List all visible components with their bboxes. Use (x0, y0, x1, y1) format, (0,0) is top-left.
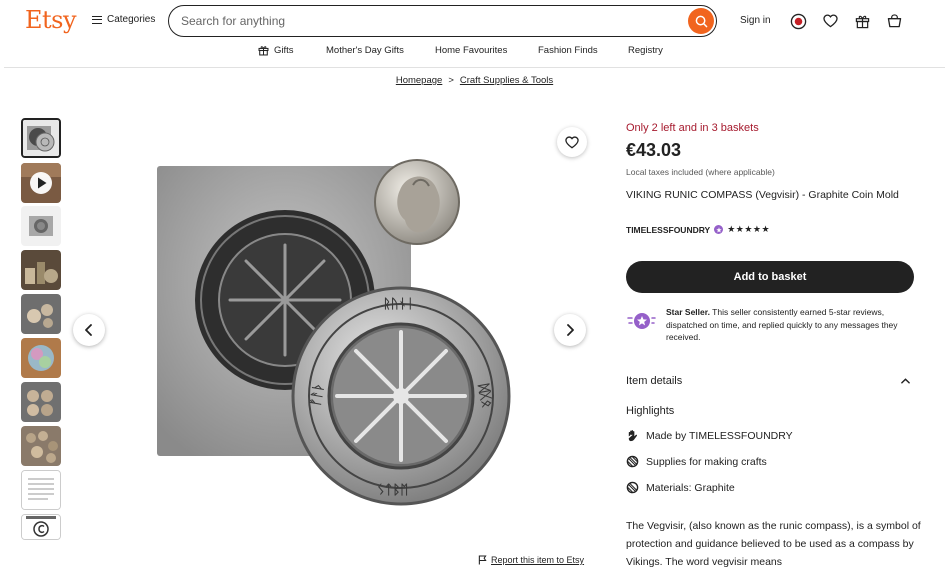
heart-icon (822, 14, 838, 28)
etsy-logo[interactable]: Etsy (25, 6, 77, 34)
chevron-left-icon (85, 324, 92, 336)
thumbnail-image (23, 120, 59, 156)
thumbnail-image (21, 206, 61, 246)
thumbnail-1[interactable] (21, 118, 61, 158)
category-nav: Gifts Mother's Day Gifts Home Favourites… (0, 45, 949, 59)
thumbnail-3[interactable] (21, 206, 61, 246)
made-by-shop-link[interactable]: TIMELESSFOUNDRY (689, 430, 793, 442)
categories-label: Categories (107, 14, 156, 25)
product-price: €43.03 (626, 140, 682, 160)
shop-name-link[interactable]: TIMELESSFOUNDRY (626, 225, 710, 235)
made-by-prefix: Made by (646, 429, 689, 442)
thumbnail-10[interactable] (21, 514, 61, 540)
thumbnail-image (22, 515, 60, 539)
nav-item-registry[interactable]: Registry (628, 45, 663, 56)
materials-icon (626, 481, 639, 494)
header-divider (4, 67, 945, 68)
thumbnail-image (21, 163, 61, 203)
nav-item-gifts[interactable]: Gifts (258, 45, 294, 56)
highlight-materials: Materials: Graphite (626, 481, 735, 494)
report-item-link[interactable]: Report this item to Etsy (478, 555, 584, 565)
hand-icon (626, 429, 639, 442)
highlight-supplies: Supplies for making crafts (626, 455, 767, 468)
nav-item-label: Gifts (274, 45, 294, 56)
gift-icon (258, 46, 269, 56)
gift-icon (855, 15, 869, 28)
basket-icon (887, 14, 901, 28)
thumbnail-4[interactable] (21, 250, 61, 290)
yarn-icon (626, 455, 639, 468)
report-label: Report this item to Etsy (491, 555, 585, 565)
thumbnail-8[interactable] (21, 426, 61, 466)
gift-mode-button[interactable] (853, 12, 871, 30)
item-details-label: Item details (626, 375, 683, 387)
hamburger-menu-icon (92, 15, 102, 24)
thumbnail-image (21, 250, 61, 290)
etsy-insider-button[interactable] (789, 12, 807, 30)
thumbnail-image (22, 471, 60, 509)
thumbnail-6[interactable] (21, 338, 61, 378)
item-details-toggle[interactable]: Item details (626, 375, 914, 387)
rating-stars[interactable]: ★★★★★ (727, 224, 770, 235)
star-seller-badge-icon (714, 225, 724, 234)
product-description: The Vegvisir, (also known as the runic c… (626, 520, 921, 567)
basket-button[interactable] (885, 12, 903, 30)
thumbnail-7[interactable] (21, 382, 61, 422)
breadcrumb-homepage[interactable]: Homepage (396, 75, 442, 86)
star-seller-icon (626, 310, 656, 332)
tax-note: Local taxes included (where applicable) (626, 167, 775, 177)
next-image-button[interactable] (554, 314, 586, 346)
rewards-icon (790, 13, 806, 29)
star-seller-description: Star Seller. This seller consistently ea… (666, 306, 916, 344)
breadcrumb-craft-supplies[interactable]: Craft Supplies & Tools (460, 75, 553, 86)
shop-info: TIMELESSFOUNDRY ★★★★★ (626, 224, 770, 235)
breadcrumb-separator: > (448, 75, 454, 86)
search-icon (695, 15, 707, 27)
favorite-item-button[interactable] (557, 127, 587, 157)
thumbnail-image (21, 426, 61, 466)
flag-icon (478, 555, 487, 565)
made-by-text: Made by TIMELESSFOUNDRY (646, 430, 793, 442)
chevron-up-icon (901, 378, 910, 384)
search-input[interactable] (181, 12, 681, 30)
nav-item-mothers-day[interactable]: Mother's Day Gifts (326, 45, 404, 56)
thumbnail-image (21, 338, 61, 378)
svg-text:ᚱᚢᚾᛁ: ᚱᚢᚾᛁ (383, 297, 414, 312)
thumbnail-5[interactable] (21, 294, 61, 334)
supplies-text: Supplies for making crafts (646, 455, 767, 468)
favorites-button[interactable] (821, 12, 839, 30)
product-image: ᚱᚢᚾᛁ ᚠᚨᚦ ᛞᚷᛟ ᛊᛏᛒᛖ (157, 159, 511, 506)
categories-button[interactable]: Categories (92, 14, 155, 25)
svg-text:ᛊᛏᛒᛖ: ᛊᛏᛒᛖ (377, 483, 408, 498)
breadcrumb: Homepage > Craft Supplies & Tools (0, 75, 949, 86)
materials-text: Materials: Graphite (646, 481, 735, 494)
nav-item-home-favourites[interactable]: Home Favourites (435, 45, 507, 56)
product-main-image[interactable]: ᚱᚢᚾᛁ ᚠᚨᚦ ᛞᚷᛟ ᛊᛏᛒᛖ (125, 150, 525, 520)
heart-icon (565, 135, 579, 148)
chevron-right-icon (567, 324, 574, 336)
stock-notice: Only 2 left and in 3 baskets (626, 122, 759, 134)
product-title: VIKING RUNIC COMPASS (Vegvisir) - Graphi… (626, 189, 899, 201)
highlights-heading: Highlights (626, 405, 675, 417)
search-bar (168, 5, 717, 37)
thumbnail-9[interactable] (21, 470, 61, 510)
highlight-made-by: Made by TIMELESSFOUNDRY (626, 429, 793, 442)
nav-item-fashion-finds[interactable]: Fashion Finds (538, 45, 598, 56)
add-to-basket-button[interactable]: Add to basket (626, 261, 914, 293)
search-button[interactable] (688, 8, 714, 34)
thumbnail-image (21, 294, 61, 334)
thumbnail-2-video[interactable] (21, 163, 61, 203)
signin-link[interactable]: Sign in (740, 15, 771, 26)
star-seller-heading: Star Seller. (666, 307, 710, 317)
thumbnail-image (21, 382, 61, 422)
previous-image-button[interactable] (73, 314, 105, 346)
